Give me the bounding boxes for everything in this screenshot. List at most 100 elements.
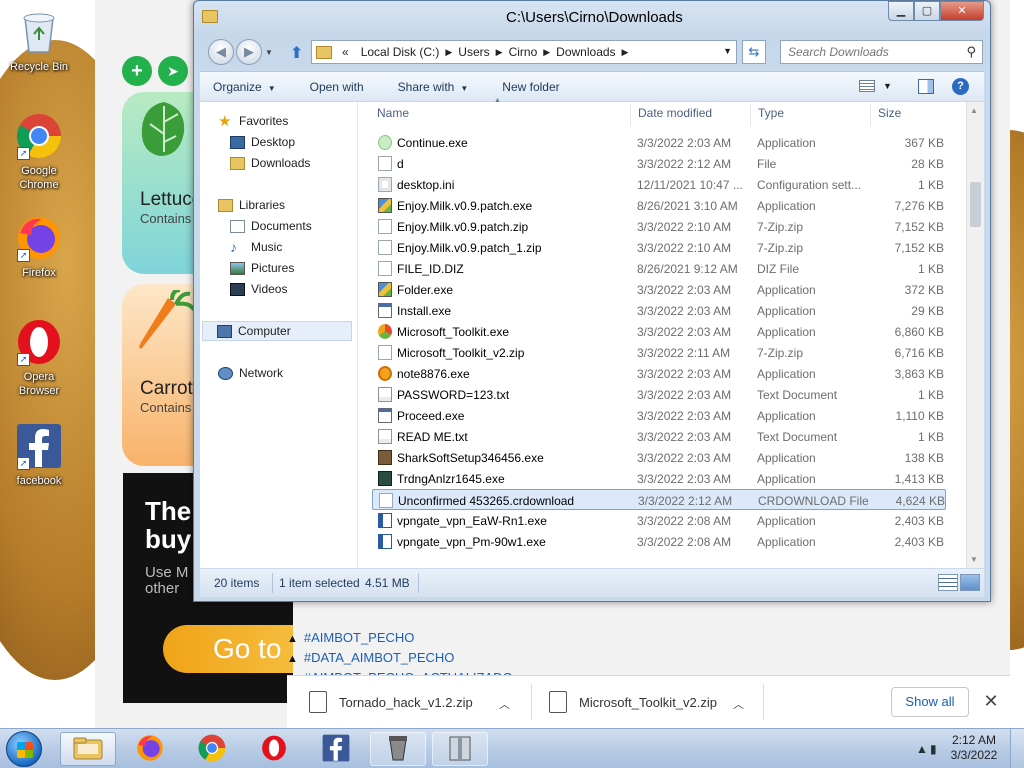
search-input[interactable] [781,41,951,63]
breadcrumb-local-disk[interactable]: Local Disk (C:) [355,45,446,59]
maximize-button[interactable]: ▢ [914,1,940,21]
chevron-down-icon[interactable]: ▼ [883,81,892,91]
chevron-up-icon[interactable]: ︿ [733,696,744,712]
nav-network[interactable]: Network [218,363,283,383]
close-icon[interactable]: ✕ [979,688,1003,714]
page-link[interactable]: ▲ #DATA_AIMBOT_PECHO [287,648,1007,668]
address-dropdown-icon[interactable]: ▼ [723,46,732,56]
up-arrow-icon[interactable]: ⬆ [290,43,303,63]
column-header-size[interactable]: Size [878,106,901,120]
download-item[interactable]: Microsoft_Toolkit_v2.zip [549,686,717,718]
close-button[interactable]: ✕ [940,1,984,21]
breadcrumb-downloads[interactable]: Downloads [550,45,621,59]
taskbar-button-facebook[interactable] [308,732,364,766]
column-header-date[interactable]: Date modified [638,106,712,120]
file-row[interactable]: Continue.exe 3/3/2022 2:03 AM Application 3… [372,132,946,153]
taskbar-button-firefox[interactable] [122,732,178,766]
show-all-button[interactable]: Show all [891,687,969,717]
file-row[interactable]: Enjoy.Milk.v0.9.patch.exe 8/26/2021 3:10 … [372,195,946,216]
nav-music[interactable]: ♪ Music [230,237,282,257]
organize-button[interactable]: Organize ▼ [200,80,291,94]
file-row[interactable]: Microsoft_Toolkit_v2.zip 3/3/2022 2:11 AM… [372,342,946,363]
new-folder-button[interactable]: New folder [483,80,574,94]
add-icon[interactable]: + [122,56,152,86]
file-row[interactable]: READ ME.txt 3/3/2022 2:03 AM Text Document… [372,426,946,447]
network-tray-icon[interactable]: ▮ [930,742,937,756]
taskbar-button-archive[interactable] [432,732,488,766]
column-header-type[interactable]: Type [758,106,784,120]
nav-desktop[interactable]: Desktop [230,132,295,152]
file-row[interactable]: note8876.exe 3/3/2022 2:03 AM Application 3… [372,363,946,384]
desktop-icon-facebook[interactable]: ➚ facebook [6,422,72,488]
large-icons-view-icon[interactable] [960,574,980,591]
file-row[interactable]: Unconfirmed 453265.crdownload 3/3/2022 2:… [372,489,946,510]
breadcrumb-arrow-icon[interactable]: ▶ [622,47,629,58]
file-row[interactable]: Enjoy.Milk.v0.9.patch.zip 3/3/2022 2:10 A… [372,216,946,237]
scroll-thumb[interactable] [970,182,981,227]
scroll-down-icon[interactable]: ▼ [970,555,978,564]
address-bar[interactable]: « Local Disk (C:) ▶ Users ▶ Cirno ▶ Down… [311,40,737,64]
refresh-icon[interactable]: ⇆ [742,40,766,64]
nav-pictures[interactable]: Pictures [230,258,294,278]
file-row[interactable]: SharkSoftSetup346456.exe 3/3/2022 2:03 AM… [372,447,946,468]
breadcrumb-overflow[interactable]: « [336,45,355,59]
column-header-name[interactable]: Name [377,106,409,120]
tray-expand-icon[interactable]: ▲ [916,742,928,756]
file-row[interactable]: Microsoft_Toolkit.exe 3/3/2022 2:03 AM App… [372,321,946,342]
nav-documents[interactable]: Documents [230,216,312,236]
back-button[interactable]: ◀ [208,39,234,65]
file-row[interactable]: Folder.exe 3/3/2022 2:03 AM Application 372… [372,279,946,300]
nav-libraries[interactable]: Libraries [218,195,285,215]
file-row[interactable]: vpngate_vpn_Pm-90w1.exe 3/3/2022 2:08 AM A… [372,531,946,552]
desktop-icon-recycle-bin[interactable]: Recycle Bin [6,8,72,74]
file-row[interactable]: PASSWORD=123.txt 3/3/2022 2:03 AM Text Doc… [372,384,946,405]
breadcrumb-arrow-icon[interactable]: ▶ [496,47,503,58]
file-row[interactable]: FILE_ID.DIZ 8/26/2021 9:12 AM DIZ File 1 KB [372,258,946,279]
recent-pages-dropdown-icon[interactable]: ▼ [265,48,273,57]
help-icon[interactable]: ? [952,78,969,95]
clock[interactable]: 2:12 AM 3/3/2022 [946,733,1002,763]
taskbar-button-chrome[interactable] [184,732,240,766]
change-view-icon[interactable] [859,80,875,92]
breadcrumb-arrow-icon[interactable]: ▶ [543,47,550,58]
taskbar-button-opera[interactable] [246,732,302,766]
chevron-up-icon[interactable]: ︿ [499,696,510,712]
column-divider[interactable] [630,104,631,126]
column-divider[interactable] [870,104,871,126]
nav-downloads[interactable]: Downloads [230,153,310,173]
taskbar-button-coffee[interactable] [370,732,426,766]
column-divider[interactable] [750,104,751,126]
telegram-icon[interactable]: ➤ [158,56,188,86]
minimize-button[interactable]: ▁ [888,1,914,21]
breadcrumb-arrow-icon[interactable]: ▶ [445,47,452,58]
forward-button[interactable]: ▶ [236,39,262,65]
start-button[interactable] [6,731,42,767]
file-row[interactable]: Enjoy.Milk.v0.9.patch_1.zip 3/3/2022 2:10… [372,237,946,258]
search-icon[interactable]: ⚲ [966,44,976,60]
nav-favorites[interactable]: ★ Favorites [218,111,288,131]
nav-computer[interactable]: Computer [202,321,352,341]
desktop-icon-opera[interactable]: ➚ Opera Browser [6,318,72,398]
scroll-up-icon[interactable]: ▲ [970,106,978,115]
page-link[interactable]: ▲ #AIMBOT_PECHO [287,628,1007,648]
file-row[interactable]: Install.exe 3/3/2022 2:03 AM Application 29… [372,300,946,321]
search-box[interactable]: ⚲ [780,40,983,64]
details-view-icon[interactable] [938,574,958,591]
breadcrumb-cirno[interactable]: Cirno [503,45,544,59]
breadcrumb-users[interactable]: Users [452,45,495,59]
open-with-button[interactable]: Open with [291,80,379,94]
ad-cta-button[interactable]: Go to [163,625,293,673]
taskbar-button-explorer[interactable] [60,732,116,766]
file-row[interactable]: TrdngAnlzr1645.exe 3/3/2022 2:03 AM Applic… [372,468,946,489]
desktop-icon-firefox[interactable]: ➚ Firefox [6,214,72,280]
file-row[interactable]: d 3/3/2022 2:12 AM File 28 KB [372,153,946,174]
preview-pane-icon[interactable] [918,79,934,94]
vertical-scrollbar[interactable]: ▲ ▼ [966,102,984,568]
desktop-icon-chrome[interactable]: ➚ Google Chrome [6,112,72,192]
share-with-button[interactable]: Share with ▼ [379,80,484,94]
file-row[interactable]: desktop.ini 12/11/2021 10:47 ... Configura… [372,174,946,195]
download-item[interactable]: Tornado_hack_v1.2.zip [309,686,473,718]
show-desktop-button[interactable] [1010,729,1024,768]
file-row[interactable]: vpngate_vpn_EaW-Rn1.exe 3/3/2022 2:08 AM A… [372,510,946,531]
nav-videos[interactable]: Videos [230,279,287,299]
